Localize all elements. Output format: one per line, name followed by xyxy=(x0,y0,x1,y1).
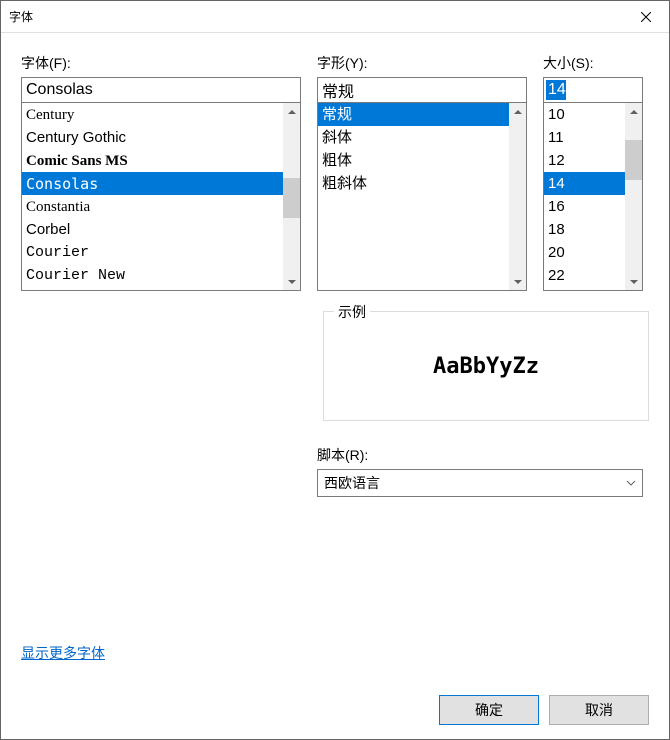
font-list-item[interactable]: Courier xyxy=(22,241,283,264)
chevron-down-icon xyxy=(630,280,638,284)
sample-label: 示例 xyxy=(334,302,370,322)
cancel-button[interactable]: 取消 xyxy=(549,695,649,725)
chevron-down-icon xyxy=(514,280,522,284)
chevron-up-icon xyxy=(514,110,522,114)
size-list-item[interactable]: 11 xyxy=(544,126,625,149)
scroll-up-button[interactable] xyxy=(283,103,300,120)
font-list-item[interactable]: Consolas xyxy=(22,172,283,195)
style-list-item[interactable]: 斜体 xyxy=(318,126,509,149)
style-input[interactable] xyxy=(317,77,527,103)
scroll-thumb[interactable] xyxy=(283,178,300,218)
chevron-up-icon xyxy=(630,110,638,114)
scroll-down-button[interactable] xyxy=(625,273,642,290)
font-column: 字体(F): CenturyCentury GothicComic Sans M… xyxy=(21,53,301,291)
style-list-item[interactable]: 粗体 xyxy=(318,149,509,172)
script-value: 西欧语言 xyxy=(324,473,626,493)
font-dialog: 字体 字体(F): CenturyCentury GothicComic San… xyxy=(0,0,670,740)
close-button[interactable] xyxy=(623,1,669,32)
scroll-down-button[interactable] xyxy=(509,273,526,290)
script-label: 脚本(R): xyxy=(317,445,643,465)
scroll-track[interactable] xyxy=(509,120,526,273)
size-list-item[interactable]: 22 xyxy=(544,264,625,287)
chevron-up-icon xyxy=(288,110,296,114)
selector-row: 字体(F): CenturyCentury GothicComic Sans M… xyxy=(21,53,649,291)
sample-row: 示例 AaBbYyZz xyxy=(21,311,649,421)
ok-button[interactable]: 确定 xyxy=(439,695,539,725)
font-list-item[interactable]: Constantia xyxy=(22,195,283,218)
size-input[interactable] xyxy=(543,77,643,103)
dialog-content: 字体(F): CenturyCentury GothicComic Sans M… xyxy=(1,33,669,683)
style-listbox[interactable]: 常规斜体粗体粗斜体 xyxy=(317,103,527,291)
scroll-track[interactable] xyxy=(283,120,300,273)
chevron-down-icon xyxy=(288,280,296,284)
style-column: 字形(Y): 常规斜体粗体粗斜体 xyxy=(317,53,527,291)
script-row: 脚本(R): 西欧语言 xyxy=(317,445,643,497)
chevron-down-icon xyxy=(626,478,636,488)
font-input[interactable] xyxy=(21,77,301,103)
scroll-track[interactable] xyxy=(625,120,642,273)
sample-text: AaBbYyZz xyxy=(324,312,648,420)
font-list-item[interactable]: Century xyxy=(22,103,283,126)
style-list-item[interactable]: 粗斜体 xyxy=(318,172,509,195)
sample-groupbox: 示例 AaBbYyZz xyxy=(323,311,649,421)
size-list-item[interactable]: 14 xyxy=(544,172,625,195)
font-list-item[interactable]: Courier New xyxy=(22,264,283,287)
dialog-buttons: 确定 取消 xyxy=(1,683,669,739)
size-scrollbar[interactable] xyxy=(625,103,642,290)
size-list-item[interactable]: 12 xyxy=(544,149,625,172)
size-list-item[interactable]: 20 xyxy=(544,241,625,264)
close-icon xyxy=(641,12,651,22)
size-listbox[interactable]: 1011121416182022 xyxy=(543,103,643,291)
script-select[interactable]: 西欧语言 xyxy=(317,469,643,497)
scroll-down-button[interactable] xyxy=(283,273,300,290)
scroll-up-button[interactable] xyxy=(625,103,642,120)
font-label: 字体(F): xyxy=(21,53,301,73)
more-fonts-link[interactable]: 显示更多字体 xyxy=(21,643,649,663)
font-scrollbar[interactable] xyxy=(283,103,300,290)
size-list-item[interactable]: 10 xyxy=(544,103,625,126)
font-listbox[interactable]: CenturyCentury GothicComic Sans MSConsol… xyxy=(21,103,301,291)
scroll-up-button[interactable] xyxy=(509,103,526,120)
scroll-thumb[interactable] xyxy=(625,140,642,180)
font-list-item[interactable]: Comic Sans MS xyxy=(22,149,283,172)
style-scrollbar[interactable] xyxy=(509,103,526,290)
size-column: 大小(S): 1011121416182022 xyxy=(543,53,643,291)
style-label: 字形(Y): xyxy=(317,53,527,73)
size-list-item[interactable]: 18 xyxy=(544,218,625,241)
font-list-item[interactable]: Century Gothic xyxy=(22,126,283,149)
window-title: 字体 xyxy=(9,8,623,25)
font-list-item[interactable]: Corbel xyxy=(22,218,283,241)
style-list-item[interactable]: 常规 xyxy=(318,103,509,126)
titlebar: 字体 xyxy=(1,1,669,33)
size-list-item[interactable]: 16 xyxy=(544,195,625,218)
size-label: 大小(S): xyxy=(543,53,643,73)
